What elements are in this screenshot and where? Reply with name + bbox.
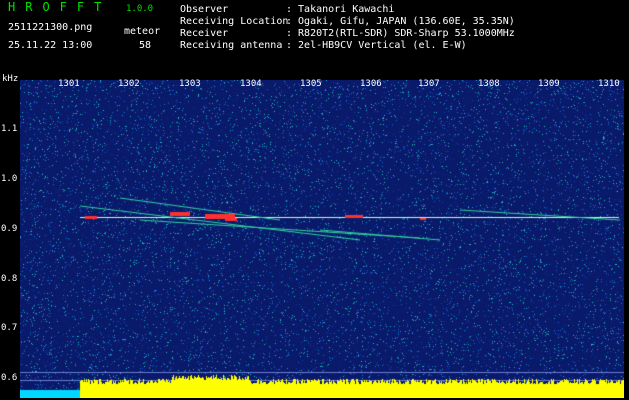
x-tick: 1303: [179, 79, 201, 89]
observer-value: : Takanori Kawachi: [286, 4, 395, 15]
y-tick: 0.6: [1, 373, 18, 383]
location-label: Receiving Location: [180, 16, 289, 27]
receiver-label: Receiver: [180, 28, 229, 39]
y-tick: 1.0: [1, 174, 18, 184]
x-tick: 1306: [360, 79, 382, 89]
antenna-value: : 2el-HB9CV Vertical (el. E-W): [286, 40, 467, 51]
antenna-label: Receiving antenna: [180, 40, 283, 51]
x-tick: 1308: [478, 79, 500, 89]
y-tick: 0.8: [1, 274, 18, 284]
capture-datetime: 25.11.22 13:00: [8, 40, 93, 51]
frequency-unit: kHz: [2, 74, 19, 84]
x-tick: 1309: [538, 79, 560, 89]
x-tick: 1307: [418, 79, 440, 89]
y-tick: 0.9: [1, 224, 18, 234]
mode-label: meteor: [124, 26, 161, 37]
app-title: HROFFT: [8, 0, 112, 14]
y-tick: 1.1: [1, 124, 18, 134]
receiver-value: : R820T2(RTL-SDR) SDR-Sharp 53.1000MHz: [286, 28, 515, 39]
x-tick: 1304: [240, 79, 262, 89]
x-tick: 1302: [118, 79, 140, 89]
x-tick: 1310: [598, 79, 620, 89]
y-tick: 0.7: [1, 323, 18, 333]
app-version: 1.0.0: [126, 4, 154, 14]
spectrogram: [20, 80, 624, 398]
observer-label: Observer: [180, 4, 229, 15]
meteor-count: 58: [139, 40, 152, 51]
spectrogram-canvas: [20, 80, 624, 398]
image-filename: 2511221300.png: [8, 22, 93, 33]
x-tick: 1301: [58, 79, 80, 89]
location-value: : Ogaki, Gifu, JAPAN (136.60E, 35.35N): [286, 16, 515, 27]
x-tick: 1305: [300, 79, 322, 89]
